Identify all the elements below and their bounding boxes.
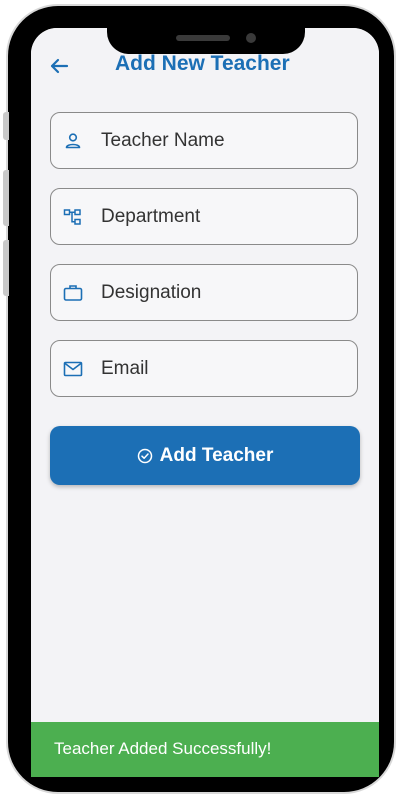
phone-speaker [176, 35, 230, 41]
app-screen: Add New Teacher Teacher Name Department … [31, 28, 379, 777]
department-placeholder: Department [101, 206, 201, 227]
phone-volume-down-button [3, 240, 9, 296]
department-field[interactable]: Department [50, 188, 358, 245]
success-snackbar: Teacher Added Successfully! [31, 722, 379, 777]
email-placeholder: Email [101, 358, 149, 379]
briefcase-icon [63, 285, 83, 301]
back-button[interactable] [47, 54, 71, 78]
arrow-left-icon [50, 58, 69, 74]
mail-icon [63, 361, 83, 377]
snackbar-message: Teacher Added Successfully! [54, 739, 272, 758]
phone-camera [246, 33, 256, 43]
email-field[interactable]: Email [50, 340, 358, 397]
phone-silent-switch [3, 112, 9, 140]
page-title: Add New Teacher [115, 52, 290, 75]
teacher-name-field[interactable]: Teacher Name [50, 112, 358, 169]
phone-notch [107, 6, 305, 54]
designation-placeholder: Designation [101, 282, 202, 303]
teacher-name-placeholder: Teacher Name [101, 130, 225, 151]
check-circle-icon [137, 448, 152, 463]
add-teacher-button[interactable]: Add Teacher [50, 426, 360, 485]
hierarchy-icon [63, 209, 81, 225]
designation-field[interactable]: Designation [50, 264, 358, 321]
person-icon [65, 133, 81, 149]
add-teacher-label: Add Teacher [159, 444, 274, 466]
phone-volume-up-button [3, 170, 9, 226]
